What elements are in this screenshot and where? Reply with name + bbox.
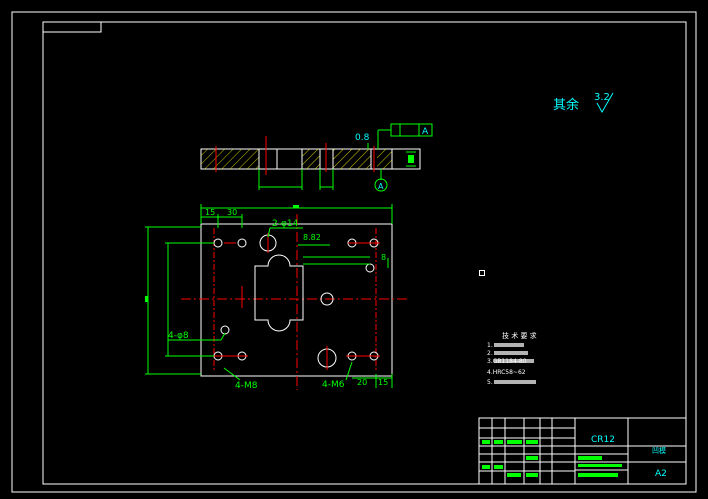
plan-view: 15 30 2-φ14 8.82 8 4-φ8 4-M8 4-M6 20 15	[145, 204, 408, 391]
note-4: 4.HRC58~62	[487, 369, 526, 376]
inner-frame	[42, 21, 687, 485]
die-opening	[254, 254, 304, 332]
thread-left-label: 4-M8	[235, 381, 258, 391]
section-view: A 0.8 A	[200, 123, 433, 192]
dim-8-label: 8	[381, 253, 386, 262]
dim-30-top: 30	[227, 208, 237, 217]
flatness-label: 0.8	[355, 133, 370, 143]
thread-right-label: 4-M6	[322, 380, 345, 390]
dim-15-bottom: 15	[378, 378, 388, 387]
dim-20-bottom: 20	[357, 378, 367, 387]
title-block: CR12 凹模 A2	[478, 417, 687, 485]
technical-notes: 技 术 要 求 1. 2. 3.GB1184-80 4.HRC58~62 5.	[487, 331, 537, 386]
dim-882-label: 8.82	[303, 233, 321, 242]
dim-15-top: 15	[205, 208, 215, 217]
material-label: CR12	[591, 435, 615, 445]
note-1: 1.	[487, 342, 493, 349]
note-5: 5.	[487, 379, 493, 386]
cad-drawing-canvas: 其余 3.2 A 0.8 A 15 30 2-φ14 8.82 8 4-φ8 4…	[11, 11, 697, 493]
surface-note: 其余	[553, 97, 579, 113]
scale-cell: A2	[655, 469, 667, 479]
title-small: 凹模	[652, 446, 666, 455]
datum-label: A	[378, 182, 384, 191]
surface-value: 3.2	[594, 92, 610, 103]
notes-heading: 技 术 要 求	[502, 331, 537, 340]
outer-frame	[11, 11, 697, 493]
note-2: 2.	[487, 350, 493, 357]
cursor-box	[479, 270, 485, 276]
parallel-ref-label: A	[422, 127, 429, 137]
code-box	[42, 21, 102, 33]
